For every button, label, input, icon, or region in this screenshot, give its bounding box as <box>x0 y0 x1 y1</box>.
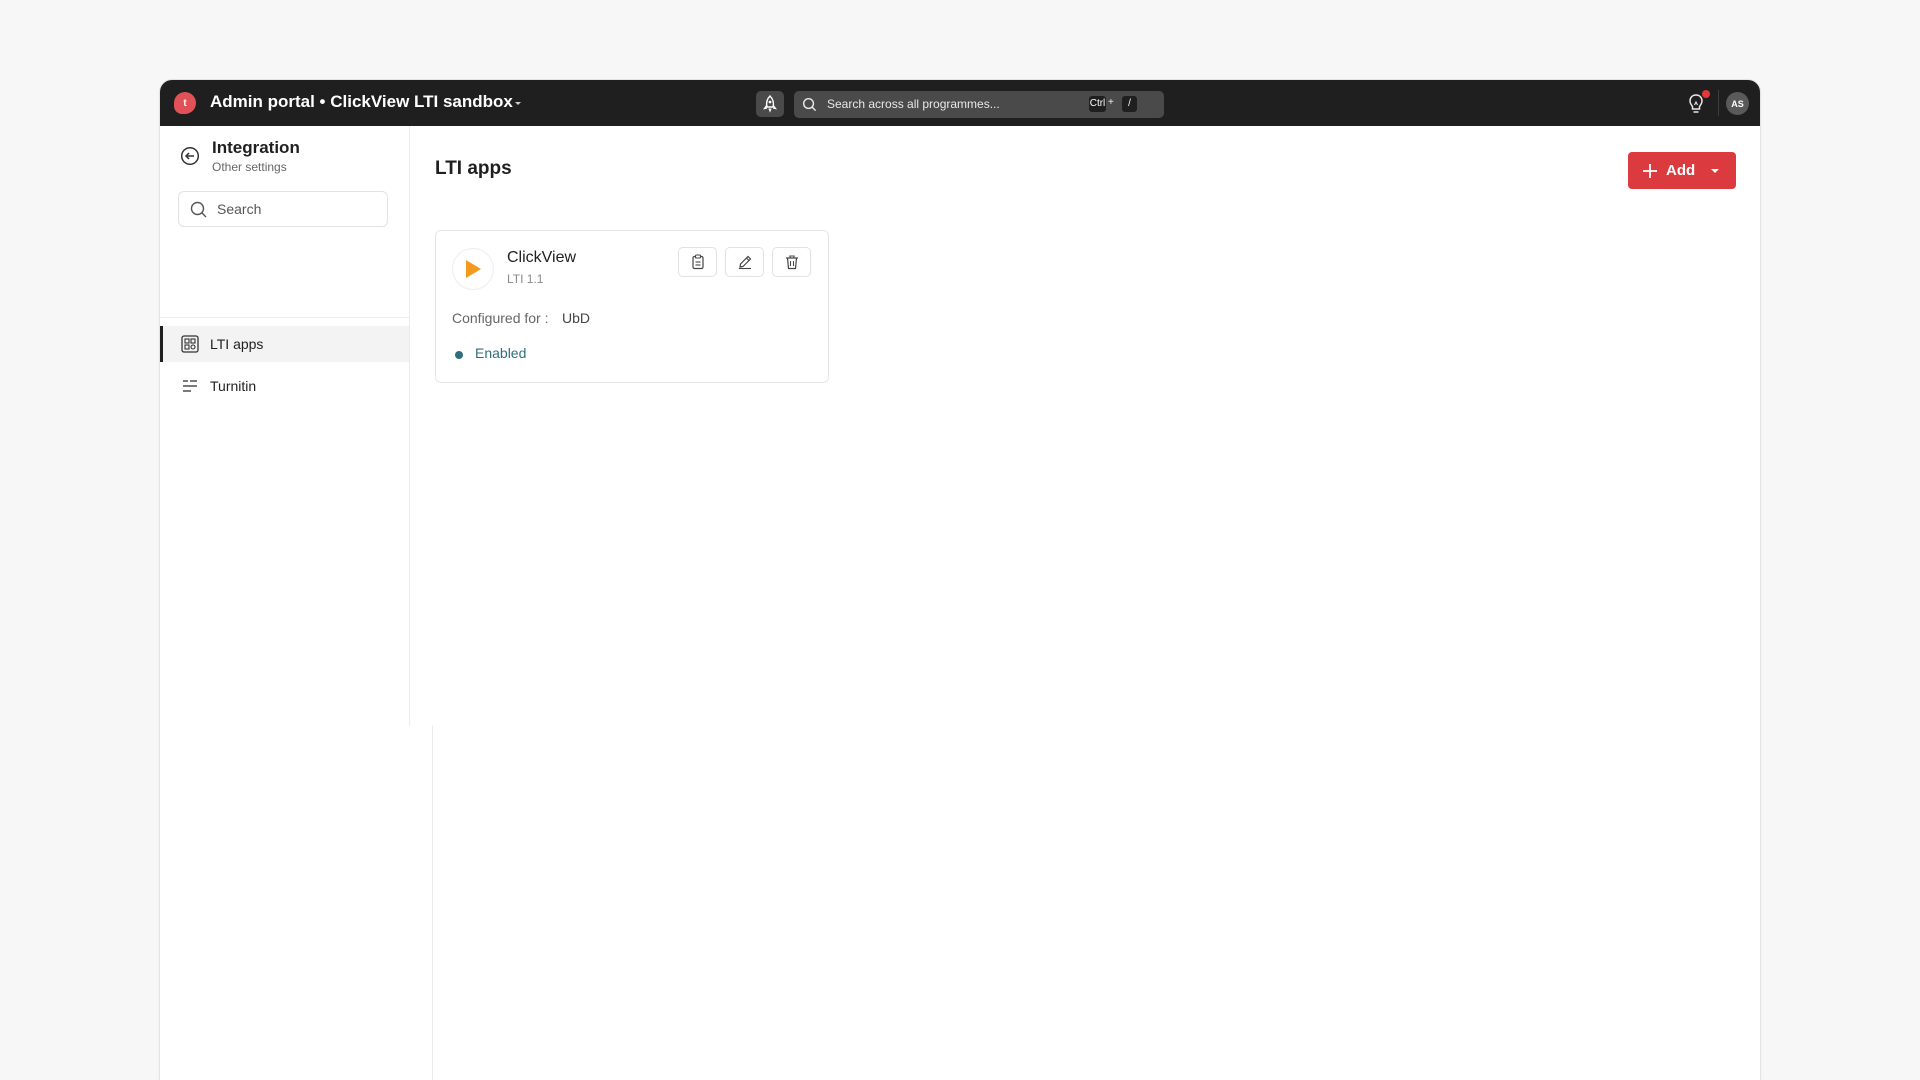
app-name: ClickView <box>507 249 577 266</box>
sidebar-title: Integration <box>212 138 300 157</box>
configured-for-label: Configured for : <box>452 310 549 326</box>
page-title: LTI apps <box>435 158 512 179</box>
content-divider <box>432 725 433 1080</box>
plus-icon <box>1643 164 1657 178</box>
sidebar-search-input[interactable]: Search <box>178 191 388 227</box>
search-icon <box>802 97 817 112</box>
sidebar-divider <box>160 317 409 318</box>
notification-dot <box>1702 90 1710 98</box>
edit-button[interactable] <box>725 247 764 277</box>
clipboard-icon <box>691 254 704 270</box>
sidebar-search-placeholder: Search <box>217 201 262 217</box>
sidebar-item-lti-apps[interactable]: LTI apps <box>160 326 409 362</box>
shortcut-slash-key: / <box>1122 96 1137 112</box>
sidebar-item-turnitin[interactable]: Turnitin <box>160 368 409 404</box>
lti-app-card: ClickView LTI 1.1 Configured for: UbD E… <box>435 230 829 383</box>
search-icon <box>190 201 207 218</box>
shortcut-ctrl-key: Ctrl <box>1089 96 1106 112</box>
rocket-button[interactable] <box>756 91 784 117</box>
add-button[interactable]: Add <box>1628 152 1736 189</box>
app-logo[interactable]: t <box>174 92 196 114</box>
app-version: LTI 1.1 <box>507 272 544 286</box>
pencil-icon <box>738 255 751 270</box>
app-window: t Admin portal • ClickView LTI sandbox S… <box>160 80 1760 1080</box>
sidebar-subtitle: Other settings <box>212 160 287 174</box>
global-search-input[interactable]: Search across all programmes... Ctrl + / <box>794 91 1164 118</box>
app-title[interactable]: Admin portal • ClickView LTI sandbox <box>210 92 513 112</box>
top-bar-divider <box>1718 90 1719 116</box>
clickview-logo <box>452 248 494 290</box>
filter-lines-icon <box>183 380 197 392</box>
back-arrow-icon[interactable] <box>180 146 200 166</box>
status-badge: Enabled <box>475 345 527 361</box>
play-icon <box>466 260 481 278</box>
global-search-placeholder: Search across all programmes... <box>827 97 1000 111</box>
top-bar: t Admin portal • ClickView LTI sandbox S… <box>160 80 1760 126</box>
app-logo-letter: t <box>183 97 187 109</box>
sidebar-item-label: Turnitin <box>210 378 257 394</box>
status-dot <box>455 351 463 359</box>
add-button-label: Add <box>1666 162 1696 179</box>
chevron-down-icon[interactable] <box>511 96 525 110</box>
apps-grid-icon <box>181 335 199 353</box>
configured-for-value: UbD <box>562 310 591 326</box>
sidebar: Integration Other settings Search LTI ap… <box>160 126 410 726</box>
delete-button[interactable] <box>772 247 811 277</box>
copy-button[interactable] <box>678 247 717 277</box>
rocket-icon <box>763 95 777 113</box>
chevron-down-icon <box>1711 169 1719 173</box>
user-avatar[interactable]: AS <box>1726 92 1749 115</box>
trash-icon <box>785 255 798 270</box>
shortcut-plus: + <box>1108 97 1114 108</box>
sidebar-item-label: LTI apps <box>210 336 264 352</box>
